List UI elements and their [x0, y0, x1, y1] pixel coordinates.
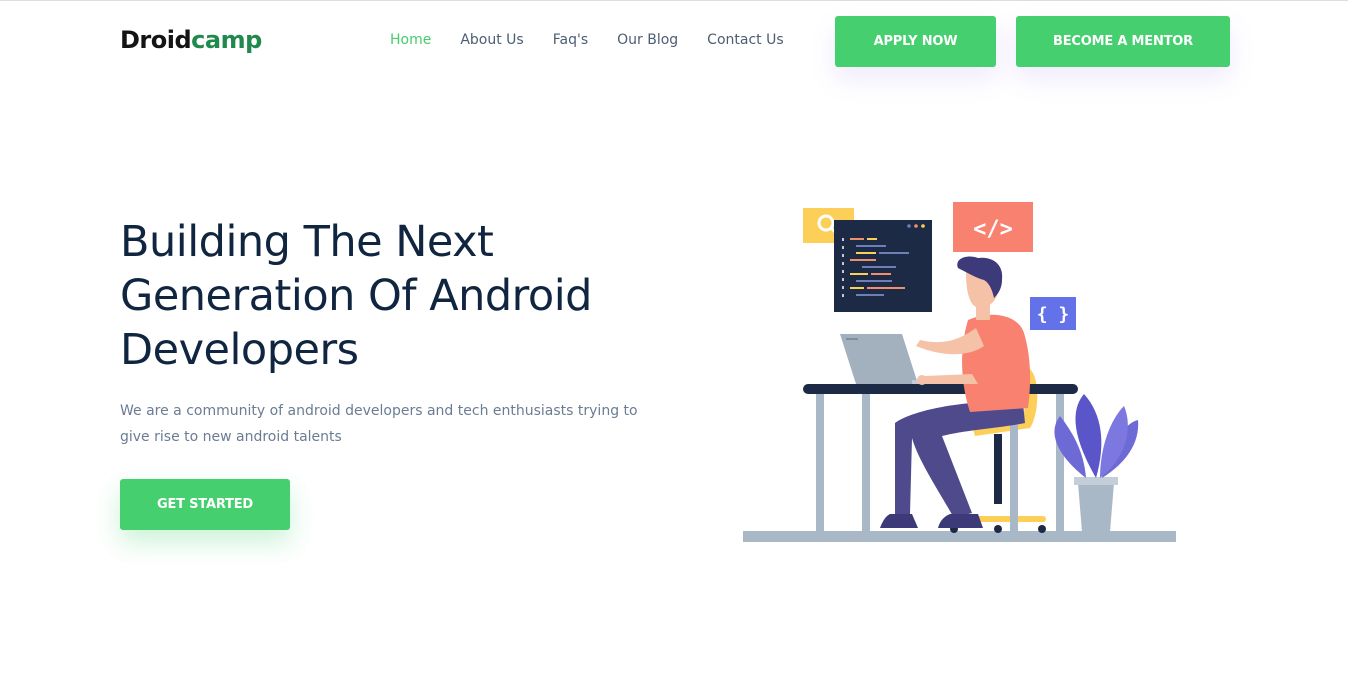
- main-nav: Home About Us Faq's Our Blog Contact Us: [390, 32, 784, 48]
- nav-our-blog[interactable]: Our Blog: [617, 32, 678, 48]
- code-tag-text: </>: [973, 217, 1013, 242]
- code-tag-icon: </>: [953, 202, 1033, 252]
- hero-subtitle: We are a community of android developers…: [120, 403, 638, 445]
- braces-text: { }: [1037, 304, 1070, 325]
- developer-illustration: </> { }: [743, 202, 1176, 542]
- nav-home[interactable]: Home: [390, 32, 431, 48]
- hero-title-line: Generation Of Android: [120, 271, 592, 321]
- top-border: [0, 0, 1348, 1]
- nav-faqs[interactable]: Faq's: [553, 32, 588, 48]
- logo-text-droid: Droid: [120, 26, 192, 54]
- hero-title-line: Building The Next: [120, 217, 494, 267]
- become-mentor-button[interactable]: BECOME A MENTOR: [1016, 16, 1230, 67]
- floor-line: [743, 531, 1176, 542]
- logo-text-camp: camp: [191, 26, 262, 54]
- nav-contact-us[interactable]: Contact Us: [707, 32, 783, 48]
- nav-about-us[interactable]: About Us: [460, 32, 523, 48]
- get-started-button[interactable]: GET STARTED: [120, 479, 290, 530]
- logo[interactable]: Droid camp: [120, 26, 262, 58]
- code-window-icon: [834, 220, 932, 312]
- braces-icon: { }: [1030, 297, 1076, 330]
- hero-title-line: Developers: [120, 325, 359, 375]
- hero-title: Building The Next Generation Of Android …: [120, 215, 680, 377]
- apply-now-button[interactable]: APPLY NOW: [835, 16, 996, 67]
- plant: [1054, 394, 1139, 532]
